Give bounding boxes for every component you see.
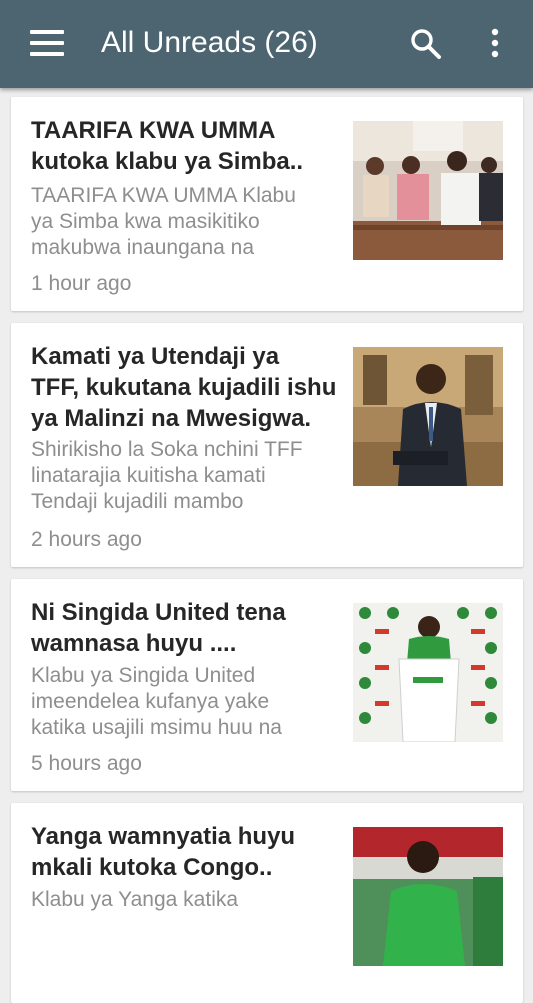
article-time: 2 hours ago — [31, 528, 142, 551]
article-headline: TAARIFA KWA UMMA kutoka klabu ya Simba.. — [31, 117, 304, 175]
article-thumbnail — [353, 603, 503, 742]
article-time: 5 hours ago — [31, 752, 142, 775]
article-snippet: Shirikisho la Soka nchini TFF linataraji… — [31, 438, 303, 513]
hamburger-menu-icon[interactable] — [30, 30, 64, 56]
article-card[interactable]: Ni Singida United tena wamnasa huyu ....… — [11, 579, 523, 791]
article-snippet: TAARIFA KWA UMMA Klabu ya Simba kwa masi… — [31, 184, 296, 259]
article-thumbnail — [353, 121, 503, 260]
article-snippet: Klabu ya Yanga katika — [31, 888, 239, 911]
article-thumbnail — [353, 827, 503, 966]
article-headline: Kamati ya Utendaji ya TFF, kukutana kuja… — [31, 343, 337, 432]
article-card[interactable]: Kamati ya Utendaji ya TFF, kukutana kuja… — [11, 323, 523, 567]
article-thumbnail — [353, 347, 503, 486]
article-card[interactable]: TAARIFA KWA UMMA kutoka klabu ya Simba..… — [11, 97, 523, 311]
app-bar: All Unreads (26) — [0, 0, 533, 88]
article-card[interactable]: Yanga wamnyatia huyu mkali kutoka Congo.… — [11, 803, 523, 1003]
article-headline: Ni Singida United tena wamnasa huyu .... — [31, 599, 286, 657]
article-snippet: Klabu ya Singida United imeendelea kufan… — [31, 664, 282, 739]
page-title: All Unreads (26) — [101, 26, 318, 59]
article-headline: Yanga wamnyatia huyu mkali kutoka Congo.… — [31, 823, 296, 881]
search-icon[interactable] — [408, 26, 444, 62]
article-time: 1 hour ago — [31, 272, 132, 295]
more-vertical-icon[interactable] — [482, 26, 508, 62]
